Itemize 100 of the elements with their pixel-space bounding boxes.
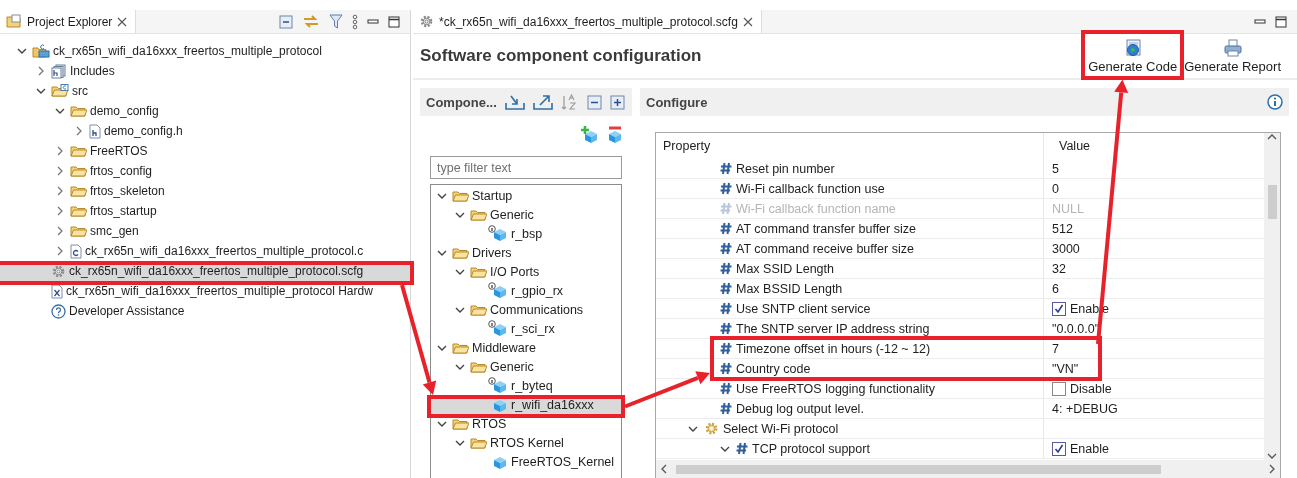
scroll-right-icon[interactable] bbox=[1268, 464, 1276, 474]
export-icon[interactable] bbox=[532, 94, 553, 110]
header-file-icon bbox=[89, 123, 101, 139]
tree-item[interactable]: ck_rx65n_wifi_da16xxx_freertos_multiple_protocol bbox=[0, 41, 410, 61]
folder-icon bbox=[452, 416, 469, 431]
tree-item[interactable]: ck_rx65n_wifi_da16xxx_freertos_multiple_protocol.c bbox=[0, 241, 410, 261]
property-value[interactable]: 5 bbox=[1052, 161, 1059, 176]
chevron-right-icon[interactable] bbox=[75, 126, 83, 136]
remove-component-icon[interactable] bbox=[606, 124, 624, 143]
checkbox[interactable] bbox=[1052, 381, 1066, 396]
tree-item[interactable]: frtos_config bbox=[0, 161, 410, 181]
chevron-right-icon[interactable] bbox=[37, 66, 45, 76]
property-value[interactable]: 7 bbox=[1052, 341, 1059, 356]
hash-icon bbox=[720, 322, 732, 335]
column-header[interactable]: Value bbox=[1052, 139, 1091, 153]
scroll-down-icon[interactable] bbox=[1267, 452, 1277, 460]
folder-icon bbox=[6, 14, 22, 29]
tree-item[interactable]: r_sci_rx bbox=[431, 319, 621, 338]
property-name: Select Wi-Fi protocol bbox=[723, 421, 839, 436]
scroll-left-icon[interactable] bbox=[660, 464, 668, 474]
toolbar-button[interactable]: Generate Code bbox=[1086, 36, 1180, 76]
property-name: TCP protocol support bbox=[752, 441, 870, 456]
tree-item[interactable]: src bbox=[0, 81, 410, 101]
scroll-thumb[interactable] bbox=[1267, 185, 1277, 219]
chevron-down-icon[interactable] bbox=[17, 47, 27, 55]
chevron-down-icon[interactable] bbox=[455, 305, 465, 314]
info-icon[interactable] bbox=[1267, 94, 1283, 110]
tree-item[interactable]: demo_config bbox=[0, 101, 410, 121]
add-component-icon[interactable] bbox=[580, 124, 598, 143]
close-icon[interactable] bbox=[117, 16, 128, 27]
property-name: Wi-Fi callback function use bbox=[736, 181, 885, 196]
project-icon bbox=[32, 43, 50, 59]
tree-item[interactable]: r_gpio_rx bbox=[431, 281, 621, 300]
tree-item[interactable]: Middleware bbox=[431, 338, 621, 357]
tree-item[interactable]: RTOS bbox=[431, 414, 621, 433]
chevron-down-icon[interactable] bbox=[55, 107, 65, 115]
tree-item[interactable]: Generic bbox=[431, 205, 621, 224]
tree-item[interactable]: Drivers bbox=[431, 243, 621, 262]
editor-tab[interactable]: *ck_rx65n_wifi_da16xxx_freertos_multiple_protocol.scfg bbox=[413, 10, 762, 33]
tree-item[interactable]: smc_gen bbox=[0, 221, 410, 241]
filter-icon[interactable] bbox=[329, 14, 343, 29]
property-name: Use SNTP client service bbox=[736, 301, 871, 316]
tree-item[interactable]: frtos_startup bbox=[0, 201, 410, 221]
tree-item[interactable]: frtos_skeleton bbox=[0, 181, 410, 201]
hash-icon bbox=[720, 402, 732, 415]
scroll-thumb[interactable] bbox=[676, 464, 1161, 474]
expand-all-icon[interactable] bbox=[609, 94, 625, 110]
tree-item[interactable]: RTOS Kernel bbox=[431, 433, 621, 452]
folder-icon bbox=[452, 188, 469, 203]
property-value[interactable]: 32 bbox=[1052, 261, 1066, 276]
property-name: Max BSSID Length bbox=[736, 281, 843, 296]
maximize-icon[interactable] bbox=[1275, 15, 1287, 28]
tree-item[interactable]: Developer Assistance bbox=[0, 301, 410, 321]
tree-item[interactable]: FreeRTOS_Kernel bbox=[431, 452, 621, 471]
import-icon[interactable] bbox=[504, 94, 525, 110]
horizontal-scrollbar[interactable] bbox=[656, 460, 1280, 478]
property-value[interactable]: 3000 bbox=[1052, 241, 1080, 256]
more-icon[interactable] bbox=[352, 13, 358, 30]
chevron-down-icon[interactable] bbox=[688, 424, 698, 433]
collapse-all-icon[interactable] bbox=[586, 94, 602, 110]
minimize-icon[interactable] bbox=[367, 17, 379, 26]
close-icon[interactable] bbox=[742, 16, 753, 27]
property-value[interactable]: "VN" bbox=[1052, 361, 1079, 376]
tree-item[interactable]: I/O Ports bbox=[431, 262, 621, 281]
view-tab[interactable]: Project Explorer bbox=[0, 10, 137, 33]
checkbox[interactable] bbox=[1052, 301, 1066, 316]
tree-item[interactable]: Generic bbox=[431, 357, 621, 376]
tree-item[interactable]: ck_rx65n_wifi_da16xxx_freertos_multiple_protocol Hardw bbox=[0, 281, 410, 301]
property-value[interactable]: 512 bbox=[1052, 221, 1073, 236]
tree-item[interactable]: Includes bbox=[0, 61, 410, 81]
property-name: AT command transfer buffer size bbox=[736, 221, 916, 236]
minimize-icon[interactable] bbox=[1254, 17, 1266, 26]
checkbox[interactable] bbox=[1052, 441, 1066, 456]
column-header[interactable]: Property bbox=[656, 139, 711, 153]
tree-item[interactable]: r_bsp bbox=[431, 224, 621, 243]
property-value[interactable]: 0 bbox=[1052, 181, 1059, 196]
folder-icon bbox=[470, 264, 487, 279]
folder-icon bbox=[470, 359, 487, 374]
property-value[interactable]: "0.0.0.0" bbox=[1052, 321, 1100, 336]
collapse-all-icon[interactable] bbox=[279, 14, 293, 29]
folder-icon bbox=[70, 224, 87, 238]
property-value[interactable]: Enable bbox=[1070, 441, 1109, 456]
property-value[interactable]: Disable bbox=[1070, 381, 1112, 396]
tree-item[interactable]: demo_config.h bbox=[0, 121, 410, 141]
property-name: Debug log output level. bbox=[736, 401, 864, 416]
filter-field[interactable]: type filter text bbox=[430, 156, 622, 179]
maximize-icon[interactable] bbox=[388, 15, 400, 28]
chevron-down-icon[interactable] bbox=[36, 87, 46, 95]
chevron-down-icon[interactable] bbox=[720, 444, 730, 453]
toolbar-button[interactable]: Generate Report bbox=[1182, 36, 1283, 76]
hash-icon bbox=[720, 202, 732, 215]
tree-item[interactable]: FreeRTOS bbox=[0, 141, 410, 161]
tree-item[interactable]: Communications bbox=[431, 300, 621, 319]
tree-item[interactable]: r_byteq bbox=[431, 376, 621, 395]
tree-item[interactable]: Startup bbox=[431, 186, 621, 205]
property-value[interactable]: 4: +DEBUG bbox=[1052, 401, 1118, 416]
folder-icon bbox=[70, 184, 87, 198]
property-value[interactable]: 6 bbox=[1052, 281, 1059, 296]
scroll-up-icon[interactable] bbox=[1267, 133, 1277, 141]
vertical-scrollbar[interactable] bbox=[1264, 133, 1280, 460]
